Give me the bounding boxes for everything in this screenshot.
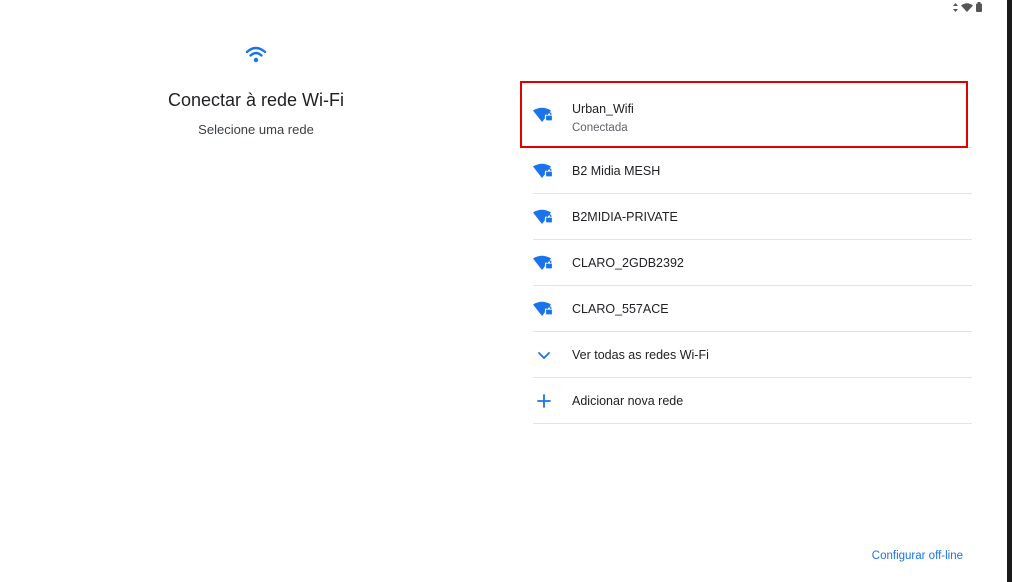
add-network-button[interactable]: Adicionar nova rede bbox=[533, 378, 972, 424]
network-name: B2MIDIA-PRIVATE bbox=[572, 209, 678, 224]
network-name: Urban_Wifi bbox=[572, 102, 634, 116]
network-name: CLARO_2GDB2392 bbox=[572, 255, 684, 270]
battery-icon bbox=[976, 2, 982, 12]
network-status: Conectada bbox=[572, 122, 628, 134]
network-item-b2-midia-mesh[interactable]: B2 Midia MESH bbox=[533, 148, 972, 194]
network-list: Urban_Wifi Conectada B2 Midia MESH B2MID… bbox=[533, 82, 972, 424]
network-item-urban-wifi[interactable]: Urban_Wifi Conectada bbox=[533, 82, 972, 148]
page-title: Conectar à rede Wi-Fi bbox=[167, 90, 345, 110]
page-subtitle: Selecione uma rede bbox=[198, 122, 314, 137]
network-item-claro-2gdb2392[interactable]: CLARO_2GDB2392 bbox=[533, 240, 972, 286]
wifi-lock-icon bbox=[533, 194, 555, 239]
header-panel: Conectar à rede Wi-Fi Selecione uma rede bbox=[0, 0, 512, 582]
network-item-claro-557ace[interactable]: CLARO_557ACE bbox=[533, 286, 972, 332]
see-all-networks-button[interactable]: Ver todas as redes Wi-Fi bbox=[533, 332, 972, 378]
configure-offline-link[interactable]: Configurar off-line bbox=[872, 550, 963, 562]
status-bar bbox=[953, 2, 982, 12]
see-all-networks-label: Ver todas as redes Wi-Fi bbox=[572, 347, 709, 362]
data-arrows-icon bbox=[953, 2, 958, 12]
wifi-icon bbox=[245, 45, 267, 70]
wifi-lock-icon bbox=[533, 82, 555, 147]
screen-edge bbox=[1007, 0, 1012, 582]
network-name: CLARO_557ACE bbox=[572, 301, 669, 316]
wifi-status-icon bbox=[961, 2, 973, 12]
chevron-down-icon bbox=[533, 332, 555, 377]
plus-icon bbox=[533, 378, 555, 423]
wifi-lock-icon bbox=[533, 240, 555, 285]
wifi-lock-icon bbox=[533, 148, 555, 193]
network-item-b2midia-private[interactable]: B2MIDIA-PRIVATE bbox=[533, 194, 972, 240]
network-name: B2 Midia MESH bbox=[572, 163, 661, 178]
add-network-label: Adicionar nova rede bbox=[572, 393, 684, 408]
wifi-lock-icon bbox=[533, 286, 555, 331]
